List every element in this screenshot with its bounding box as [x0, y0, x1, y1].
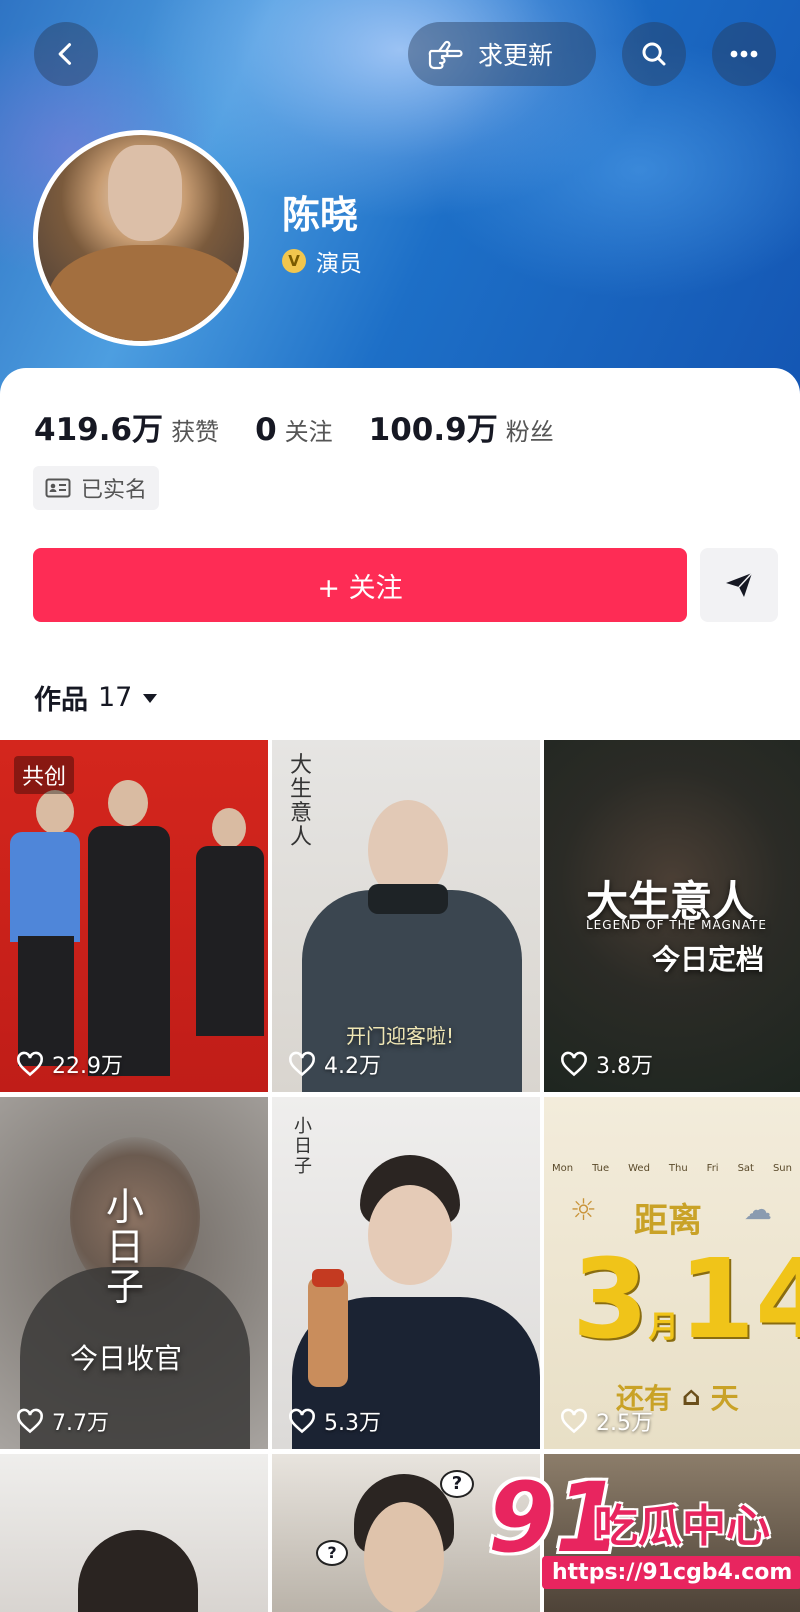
heart-icon	[289, 1408, 315, 1434]
likes-count: 5.3万	[324, 1411, 381, 1436]
likes-count: 3.8万	[596, 1054, 653, 1079]
video-likes: 7.7万	[16, 1405, 109, 1437]
hand-point-icon	[428, 40, 463, 70]
follow-button[interactable]: + 关注	[33, 548, 687, 622]
likes-label: 获赞	[171, 418, 220, 446]
more-icon	[730, 50, 758, 58]
likes-count: 4.2万	[324, 1054, 381, 1079]
search-icon	[642, 42, 666, 66]
question-bubble-icon: ?	[316, 1540, 348, 1566]
likes-count: 22.9万	[52, 1054, 123, 1079]
caret-down-icon	[143, 693, 158, 703]
video-likes: 2.5万	[560, 1405, 653, 1437]
cocreate-badge: 共创	[14, 756, 75, 794]
fans-label[interactable]: 粉丝	[506, 412, 554, 447]
likes-count: 419.6万	[34, 412, 164, 448]
likes-count: 2.5万	[596, 1411, 653, 1436]
avatar[interactable]	[33, 130, 249, 346]
video-likes: 22.9万	[16, 1048, 123, 1080]
heart-icon	[561, 1051, 587, 1077]
heart-icon	[289, 1051, 315, 1077]
following-count[interactable]: 0	[255, 412, 277, 448]
video-tile[interactable]: 大生意人 LEGEND OF THE MAGNATE 今日定档 3.8万	[544, 740, 800, 1092]
watermark-text: 吃瓜中心	[594, 1501, 770, 1552]
title-art: 小日子	[294, 1116, 312, 1177]
video-caption: 开门迎客啦!	[346, 1024, 455, 1048]
video-tile[interactable]: 共创 22.9万	[0, 740, 268, 1092]
verification: V 演员	[282, 244, 362, 278]
video-likes: 3.8万	[560, 1048, 653, 1080]
video-likes: 4.2万	[288, 1048, 381, 1080]
request-update-label: 求更新	[478, 41, 554, 70]
profile-name: 陈晓	[282, 193, 359, 237]
video-tile[interactable]: 小日子 5.3万	[272, 1097, 540, 1449]
share-button[interactable]	[700, 548, 778, 622]
calendar-weekdays: Mon Tue Wed Thu Fri Sat Sun	[552, 1163, 792, 1174]
video-tile[interactable]	[0, 1454, 268, 1612]
title-art: 大生意人	[290, 753, 313, 850]
title-art: 小日子	[106, 1185, 145, 1309]
video-tile[interactable]: 大生意人 开门迎客啦! 4.2万	[272, 740, 540, 1092]
heart-icon	[17, 1408, 43, 1434]
send-icon	[726, 572, 753, 597]
video-caption: 今日收官	[70, 1342, 183, 1375]
sun-icon: ☼	[570, 1193, 597, 1228]
profile-stats: 419.6万 获赞 0 关注 100.9万 粉丝	[34, 404, 590, 449]
countdown-date: 3 月 14 日	[572, 1235, 800, 1363]
realname-tag: 已实名	[33, 466, 160, 510]
house-icon: ⌂	[682, 1382, 701, 1412]
works-tab-count: 17	[98, 682, 133, 713]
site-watermark: 91 吃瓜中心 https://91cgb4.com	[488, 1462, 800, 1612]
likes-count: 7.7万	[52, 1411, 109, 1436]
search-button[interactable]	[622, 22, 686, 86]
heart-icon	[561, 1408, 587, 1434]
video-tile[interactable]: MonTueWedThuFriSatSun ☼ ☁ 距离 3 月 14 日 还有…	[544, 1097, 800, 1449]
more-button[interactable]	[712, 22, 776, 86]
title-subtitle: LEGEND OF THE MAGNATE	[586, 918, 767, 932]
realname-label: 已实名	[81, 478, 148, 503]
back-icon	[58, 43, 72, 65]
heart-icon	[17, 1051, 43, 1077]
id-card-icon	[45, 478, 71, 498]
cloud-icon: ☁	[744, 1193, 772, 1226]
back-button[interactable]	[34, 22, 98, 86]
video-likes: 5.3万	[288, 1405, 381, 1437]
question-bubble-icon: ?	[440, 1470, 474, 1498]
watermark-url: https://91cgb4.com	[542, 1556, 800, 1589]
fans-count[interactable]: 100.9万	[369, 404, 498, 449]
request-update-button[interactable]: 求更新	[408, 22, 596, 86]
video-caption: 今日定档	[652, 943, 765, 976]
works-tab-label: 作品	[34, 685, 88, 716]
tab-works[interactable]: 作品 17	[34, 678, 158, 717]
following-label[interactable]: 关注	[285, 412, 333, 447]
verified-badge-icon: V	[282, 249, 306, 273]
video-tile[interactable]: 小日子 今日收官 7.7万	[0, 1097, 268, 1449]
verification-label: 演员	[316, 251, 362, 277]
